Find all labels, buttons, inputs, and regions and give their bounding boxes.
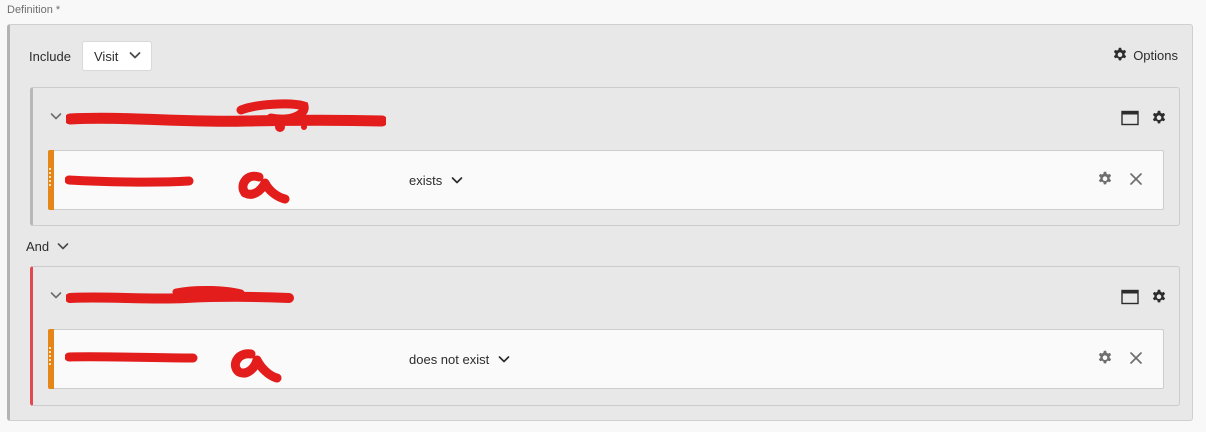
gear-icon[interactable]: [1097, 171, 1113, 187]
operator-dropdown[interactable]: does not exist: [409, 352, 510, 367]
collapse-chevron-icon[interactable]: [50, 291, 62, 300]
logic-operator-dropdown[interactable]: And: [26, 239, 69, 254]
collapse-chevron-icon[interactable]: [50, 112, 62, 121]
scope-dropdown[interactable]: Visit: [82, 41, 152, 71]
gear-icon[interactable]: [1151, 110, 1167, 126]
operator-dropdown[interactable]: exists: [409, 173, 463, 188]
scope-dropdown-value: Visit: [94, 48, 119, 64]
container-2: does not exist: [30, 266, 1180, 406]
operator-label: does not exist: [409, 352, 490, 367]
chevron-down-icon: [498, 355, 510, 364]
gear-icon[interactable]: [1097, 350, 1113, 366]
logic-operator-label: And: [26, 239, 50, 254]
required-mark: *: [55, 4, 61, 16]
container-1: exists: [30, 87, 1180, 226]
window-icon[interactable]: [1121, 110, 1139, 126]
include-label: Include: [29, 49, 71, 64]
rule-row: does not exist: [48, 329, 1164, 389]
chevron-down-icon: [451, 176, 463, 185]
drag-handle-icon[interactable]: [48, 329, 54, 389]
close-icon[interactable]: [1129, 351, 1143, 365]
redaction-scribble: [66, 99, 386, 132]
drag-handle-icon[interactable]: [48, 150, 54, 210]
definition-label-text: Definition: [7, 4, 53, 16]
redaction-scribble: [66, 285, 294, 304]
redaction-scribble: [65, 349, 282, 383]
segment-definition-panel: Include Visit Options exists And does no…: [7, 24, 1193, 421]
redaction-scribble: [65, 171, 290, 204]
chevron-down-icon: [129, 51, 141, 60]
options-label: Options: [1133, 47, 1178, 63]
definition-label: Definition *: [7, 4, 60, 16]
close-icon[interactable]: [1129, 172, 1143, 186]
operator-label: exists: [409, 173, 443, 188]
window-icon[interactable]: [1121, 289, 1139, 305]
options-button[interactable]: Options: [1112, 47, 1178, 63]
gear-icon[interactable]: [1151, 289, 1167, 305]
rule-row: exists: [48, 150, 1164, 210]
gear-icon: [1112, 47, 1128, 63]
chevron-down-icon: [57, 242, 69, 251]
